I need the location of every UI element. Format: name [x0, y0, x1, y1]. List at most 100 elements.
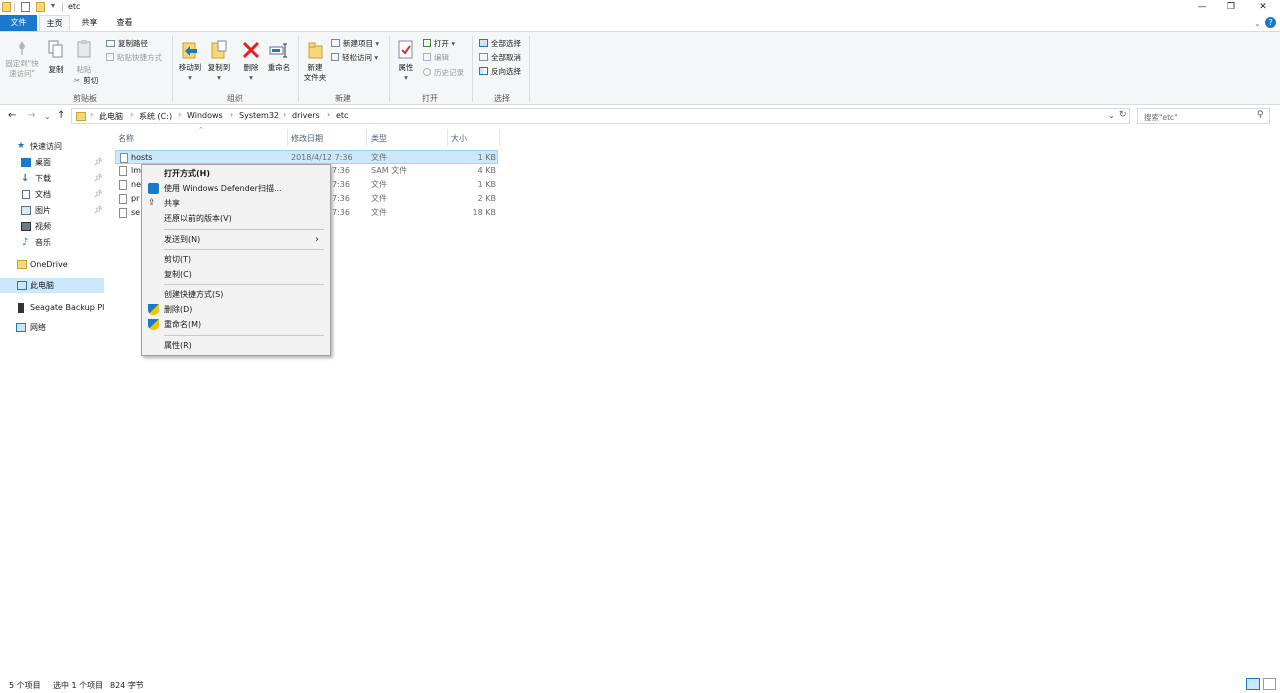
column-header-name[interactable]: 名称 — [118, 133, 134, 144]
column-header-date[interactable]: 修改日期 — [291, 133, 323, 144]
nav-music[interactable]: ♪ 音乐 — [0, 235, 104, 250]
nav-videos[interactable]: 视频 — [0, 219, 104, 234]
drive-icon — [18, 303, 24, 313]
history-button[interactable]: 历史记录 — [423, 68, 464, 78]
copy-button[interactable]: 复制 — [44, 40, 68, 75]
tab-view[interactable]: 查看 — [109, 15, 140, 31]
menu-item-label: 删除(D) — [164, 305, 193, 314]
select-none-button[interactable]: 全部取消 — [479, 53, 521, 63]
file-size: 1 KB — [477, 153, 496, 162]
search-box[interactable]: 搜索"etc" ⚲ — [1137, 108, 1270, 124]
column-divider[interactable] — [499, 129, 500, 146]
address-bar[interactable]: › 此电脑 › 系统 (C:) › Windows › System32 › d… — [71, 108, 1130, 124]
select-all-button[interactable]: 全部选择 — [479, 39, 521, 49]
nav-quick-access[interactable]: ★ 快速访问 — [0, 139, 104, 154]
menu-item-send-to[interactable]: 发送到(N) › — [142, 232, 330, 247]
nav-pictures[interactable]: 图片 📌︎ — [0, 203, 104, 218]
video-icon — [21, 222, 31, 231]
tab-share[interactable]: 共享 — [74, 15, 105, 31]
menu-item-restore-versions[interactable]: 还原以前的版本(V) — [142, 211, 330, 226]
collapse-ribbon-icon[interactable]: ⌄ — [1254, 19, 1261, 28]
move-to-button[interactable]: 移动到 ▾ — [176, 40, 204, 83]
maximize-button[interactable]: ❐ — [1214, 0, 1248, 15]
column-header-size[interactable]: 大小 — [451, 133, 467, 144]
properties-button[interactable]: 属性 ▾ — [394, 40, 418, 83]
chevron-right-icon[interactable]: › — [130, 110, 133, 119]
breadcrumb-system-c[interactable]: 系统 (C:) — [139, 111, 172, 122]
menu-item-cut[interactable]: 剪切(T) — [142, 252, 330, 267]
search-icon[interactable]: ⚲ — [1257, 110, 1264, 120]
nav-downloads[interactable]: ↓ 下载 📌︎ — [0, 171, 104, 186]
column-divider[interactable] — [447, 129, 448, 146]
rename-button[interactable]: 重命名 — [265, 40, 293, 73]
cut-button[interactable]: ✂ 剪切 — [74, 76, 98, 86]
cut-label: 剪切 — [83, 76, 99, 85]
invert-selection-button[interactable]: 反向选择 — [479, 67, 521, 77]
rename-icon — [269, 40, 289, 60]
file-row[interactable]: hosts 2018/4/12 7:36 文件 1 KB — [115, 150, 498, 164]
close-button[interactable]: ✕ — [1246, 0, 1280, 15]
easy-access-button[interactable]: 轻松访问 ▾ — [331, 53, 378, 63]
help-icon[interactable]: ? — [1265, 17, 1276, 28]
menu-item-rename[interactable]: 重命名(M) — [142, 317, 330, 332]
address-dropdown-icon[interactable]: ⌄ — [1108, 111, 1115, 120]
delete-button[interactable]: 删除 ▾ — [240, 40, 262, 83]
file-name: se — [131, 208, 141, 217]
menu-item-delete[interactable]: 删除(D) — [142, 302, 330, 317]
column-header-type[interactable]: 类型 — [371, 133, 387, 144]
copy-path-button[interactable]: 复制路径 — [106, 39, 148, 49]
file-type: 文件 — [371, 208, 387, 217]
breadcrumb-drivers[interactable]: drivers — [292, 111, 320, 120]
new-folder-button[interactable]: 新建 文件夹 — [300, 40, 330, 83]
nav-desktop[interactable]: 桌面 📌︎ — [0, 155, 104, 170]
back-arrow-icon[interactable]: ← — [8, 110, 16, 121]
up-arrow-icon[interactable]: ↑ — [57, 110, 65, 121]
menu-item-share[interactable]: ⇪ 共享 — [142, 196, 330, 211]
column-divider[interactable] — [366, 129, 367, 146]
quick-access-dropdown-icon[interactable]: ▾ — [51, 1, 55, 10]
tab-home[interactable]: 主页 — [39, 15, 70, 31]
refresh-icon[interactable]: ↻ — [1119, 110, 1127, 120]
breadcrumb-etc[interactable]: etc — [336, 111, 348, 120]
easy-access-dropdown-icon: ▾ — [372, 53, 379, 62]
chevron-right-icon[interactable]: › — [327, 110, 330, 119]
menu-item-create-shortcut[interactable]: 创建快捷方式(S) — [142, 287, 330, 302]
chevron-right-icon[interactable]: › — [90, 110, 93, 119]
chevron-right-icon[interactable]: › — [283, 110, 286, 119]
breadcrumb-this-pc[interactable]: 此电脑 — [99, 111, 123, 122]
download-arrow-icon: ↓ — [21, 173, 30, 184]
breadcrumb-windows[interactable]: Windows — [187, 111, 223, 120]
details-view-icon[interactable] — [1246, 678, 1260, 690]
large-icons-view-icon[interactable] — [1263, 678, 1276, 690]
nav-seagate-backup[interactable]: Seagate Backup Pl — [0, 300, 104, 315]
edit-button[interactable]: 编辑 — [423, 53, 449, 63]
forward-arrow-icon[interactable]: → — [27, 110, 35, 121]
nav-label: 下载 — [35, 174, 51, 183]
chevron-right-icon: › — [315, 234, 319, 245]
copy-to-button[interactable]: 复制到 ▾ — [205, 40, 233, 83]
tab-file[interactable]: 文件 — [0, 15, 37, 31]
menu-item-defender-scan[interactable]: 使用 Windows Defender扫描... — [142, 181, 330, 196]
file-size: 1 KB — [477, 180, 496, 189]
paste-shortcut-button[interactable]: 粘贴快捷方式 — [106, 53, 162, 63]
paste-button[interactable]: 粘贴 — [72, 40, 96, 75]
delete-label: 删除 — [243, 63, 259, 72]
recent-locations-icon[interactable]: ⌄ — [44, 112, 51, 121]
column-divider[interactable] — [287, 129, 288, 146]
menu-item-copy[interactable]: 复制(C) — [142, 267, 330, 282]
chevron-right-icon[interactable]: › — [178, 110, 181, 119]
menu-item-open-with[interactable]: 打开方式(H) — [142, 166, 330, 181]
chevron-right-icon[interactable]: › — [230, 110, 233, 119]
properties-quick-icon[interactable] — [21, 2, 30, 12]
new-folder-quick-icon[interactable] — [36, 2, 45, 12]
open-button[interactable]: 打开 ▾ — [423, 39, 455, 49]
breadcrumb-system32[interactable]: System32 — [239, 111, 279, 120]
new-item-button[interactable]: 新建项目 ▾ — [331, 39, 379, 49]
nav-this-pc[interactable]: 此电脑 — [0, 278, 104, 293]
pin-quick-access-button[interactable]: 固定到"快 速访问" — [4, 40, 40, 79]
scissors-icon: ✂ — [74, 76, 81, 85]
nav-onedrive[interactable]: OneDrive — [0, 257, 104, 272]
nav-documents[interactable]: 文档 📌︎ — [0, 187, 104, 202]
nav-network[interactable]: 网络 — [0, 320, 104, 335]
menu-item-properties[interactable]: 属性(R) — [142, 338, 330, 353]
